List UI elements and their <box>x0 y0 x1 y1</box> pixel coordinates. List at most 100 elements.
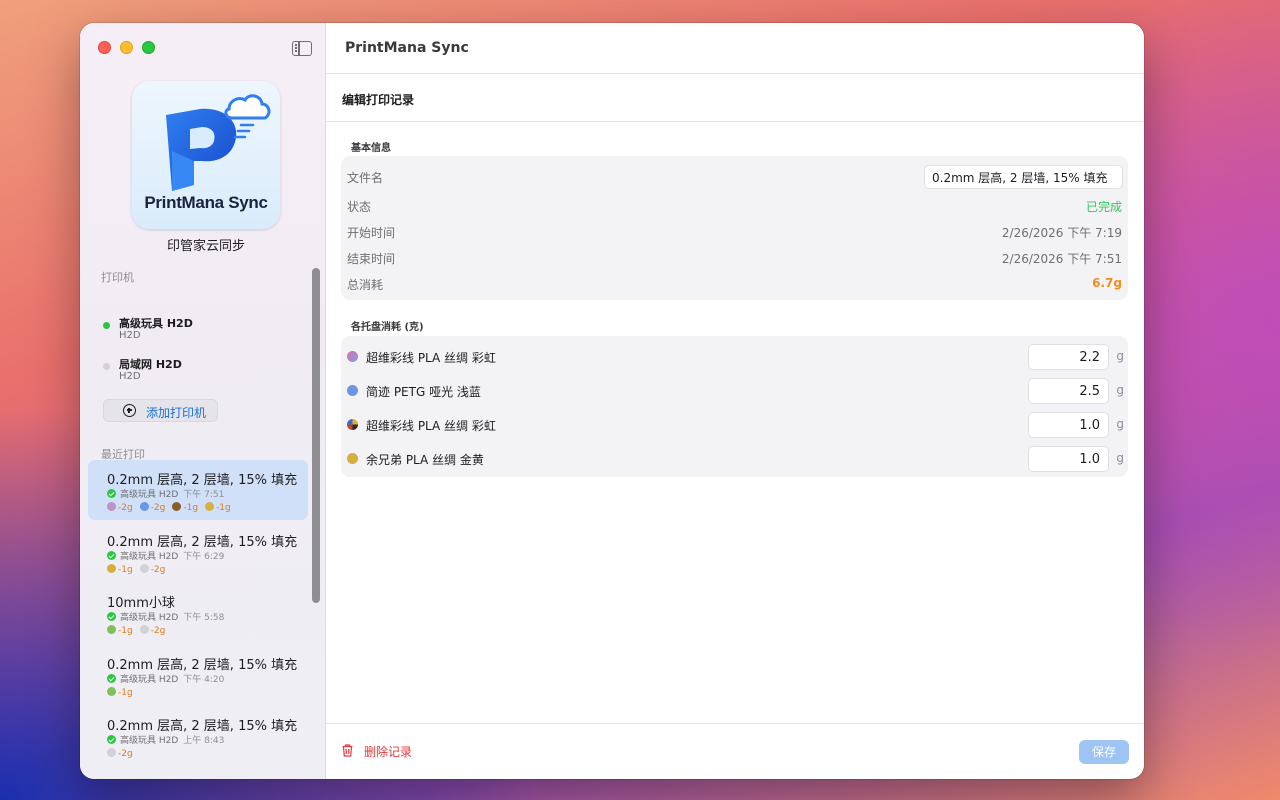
printer-name: 局域网 H2D <box>119 358 182 371</box>
usage-amount: -1g <box>118 688 133 698</box>
usage-amount: -1g <box>118 626 133 636</box>
zoom-window-button[interactable] <box>142 41 155 54</box>
file-name-row: 文件名 <box>341 164 1128 190</box>
start-time-value: 2/26/2026 下午 7:19 <box>1001 226 1122 240</box>
filament-usage: -2g <box>139 502 166 513</box>
sidebar-list[interactable]: 打印机 高级玩具 H2D H2D 局域网 H2D H2D 添加打印机 最近打印 … <box>80 259 326 779</box>
usage-amount: -1g <box>118 565 133 575</box>
print-title: 0.2mm 层高, 2 层墙, 15% 填充 <box>107 658 298 673</box>
titlebar: PrintMana Sync <box>326 23 1144 74</box>
end-time-label: 结束时间 <box>347 252 396 266</box>
print-meta: 高级玩具 H2D 下午 6:29 <box>107 549 224 562</box>
tray-amount-input[interactable] <box>1028 344 1109 370</box>
delete-record-label: 删除记录 <box>364 745 413 759</box>
print-meta: 高级玩具 H2D 下午 7:51 <box>107 487 224 500</box>
usage-amount: -2g <box>118 749 133 759</box>
end-time-value: 2/26/2026 下午 7:51 <box>1001 252 1122 266</box>
print-time: 下午 4:20 <box>183 675 225 685</box>
usage-amount: -2g <box>150 565 166 575</box>
usage-amount: -1g <box>216 503 231 513</box>
printer-model: H2D <box>119 330 141 341</box>
sidebar-scrollbar[interactable] <box>312 268 320 603</box>
filament-usage: -2g <box>107 748 133 759</box>
recent-print-item[interactable]: 0.2mm 层高, 2 层墙, 15% 填充高级玩具 H2D 下午 4:20 -1g <box>88 645 308 705</box>
basic-info-card: 文件名 状态 已完成 开始时间 2/26/2026 下午 7:19 结束时间 2… <box>341 156 1128 300</box>
trash-icon <box>342 744 353 757</box>
status-value: 已完成 <box>1085 200 1122 214</box>
save-button[interactable]: 保存 <box>1079 740 1129 764</box>
filament-color-swatch <box>107 748 116 757</box>
check-circle-icon <box>107 674 116 683</box>
app-title: PrintMana Sync <box>345 40 469 56</box>
file-name-label: 文件名 <box>347 171 384 185</box>
add-printer-label: 添加打印机 <box>146 406 207 420</box>
recent-print-item[interactable]: 0.2mm 层高, 2 层墙, 15% 填充 高级玩具 H2D 上午 8:43 -2g <box>88 706 308 766</box>
tray-filament-name: 简迹 PETG 哑光 浅蓝 <box>366 385 481 399</box>
filament-usage: -2g <box>139 564 166 575</box>
print-time: 上午 8:43 <box>183 736 225 746</box>
print-usage: -2g -2g -1g -1g <box>107 502 238 513</box>
recent-print-item[interactable]: 0.2mm 层高, 2 层墙, 15% 填充 高级玩具 H2D 下午 6:29 -1g… <box>88 522 308 582</box>
usage-amount: -1g <box>183 503 199 513</box>
tray-amount-input[interactable] <box>1028 378 1109 404</box>
tray-unit: g <box>1116 349 1124 363</box>
start-time-label: 开始时间 <box>347 226 396 240</box>
start-time-row: 开始时间 2/26/2026 下午 7:19 <box>341 219 1128 245</box>
printer-model: H2D <box>119 371 141 382</box>
filament-usage: -1g <box>107 625 133 636</box>
print-usage: -1g -2g <box>107 625 172 636</box>
total-value: 6.7g <box>1092 276 1122 290</box>
filament-color-swatch <box>205 502 215 511</box>
basic-info-label: 基本信息 <box>351 143 391 154</box>
filament-color-swatch <box>107 502 116 511</box>
print-title: 0.2mm 层高, 2 层墙, 15% 填充 <box>107 473 298 488</box>
print-meta: 高级玩具 H2D 上午 8:43 <box>107 733 224 746</box>
recent-print-item[interactable]: 0.2mm 层高, 2 层墙, 15% 填充 高级玩具 H2D 下午 7:51 -2g… <box>88 460 308 520</box>
usage-amount: -2g <box>150 626 166 636</box>
usage-amount: -2g <box>150 503 166 513</box>
print-meta: 高级玩具 H2D 下午 5:58 <box>107 610 224 623</box>
recent-print-item[interactable]: 10mm小球 高级玩具 H2D 下午 5:58 -1g -2g <box>88 583 308 643</box>
sidebar-toggle-icon[interactable] <box>292 41 312 56</box>
editor-header: 编辑打印记录 <box>326 74 1144 122</box>
print-time: 下午 5:58 <box>183 613 225 623</box>
delete-record-button[interactable]: 删除记录 <box>342 743 412 760</box>
print-printer: 高级玩具 H2D <box>120 675 179 685</box>
tray-row: 超维彩线 PLA 丝绸 彩虹 g <box>341 408 1128 442</box>
close-window-button[interactable] <box>98 41 111 54</box>
tray-filament-name: 余兄弟 PLA 丝绸 金黄 <box>366 453 484 467</box>
filament-color-swatch <box>107 625 116 634</box>
filament-color-swatch <box>347 419 358 430</box>
filament-usage: -2g <box>139 625 166 636</box>
tray-row: 余兄弟 PLA 丝绸 金黄 g <box>341 442 1128 476</box>
filament-color-swatch <box>107 687 116 696</box>
logo-text: PrintMana Sync <box>144 193 268 212</box>
tray-amount-input[interactable] <box>1028 412 1109 438</box>
file-name-input[interactable] <box>924 165 1123 189</box>
tray-row: 简迹 PETG 哑光 浅蓝 g <box>341 374 1128 408</box>
window-controls <box>98 41 155 54</box>
app-window: PrintMana Sync 印管家云同步 打印机 高级玩具 H2D H2D 局… <box>80 23 1144 779</box>
filament-usage: -1g <box>107 564 133 575</box>
printer-name: 高级玩具 H2D <box>119 317 193 330</box>
trays-card: 超维彩线 PLA 丝绸 彩虹g简迹 PETG 哑光 浅蓝g超维彩线 PLA 丝绸… <box>341 336 1128 477</box>
filament-color-swatch <box>139 625 149 634</box>
filament-color-swatch <box>347 453 358 464</box>
check-circle-icon <box>107 612 116 621</box>
filament-usage: -1g <box>172 502 199 513</box>
print-title: 0.2mm 层高, 2 层墙, 15% 填充 <box>107 719 298 734</box>
print-time: 下午 6:29 <box>183 552 225 562</box>
filament-usage: -1g <box>205 502 231 513</box>
minimize-window-button[interactable] <box>120 41 133 54</box>
tray-amount-input[interactable] <box>1028 446 1109 472</box>
print-meta: 高级玩具 H2D 下午 4:20 <box>107 672 224 685</box>
filament-color-swatch <box>172 502 182 511</box>
add-printer-button[interactable]: 添加打印机 <box>103 399 218 422</box>
total-label: 总消耗 <box>347 278 384 292</box>
print-usage: -1g <box>107 687 140 698</box>
filament-color-swatch <box>139 502 149 511</box>
usage-amount: -2g <box>118 503 133 513</box>
filament-color-swatch <box>107 564 116 573</box>
plus-circle-icon <box>123 404 136 417</box>
printers-section-label: 打印机 <box>101 271 134 284</box>
